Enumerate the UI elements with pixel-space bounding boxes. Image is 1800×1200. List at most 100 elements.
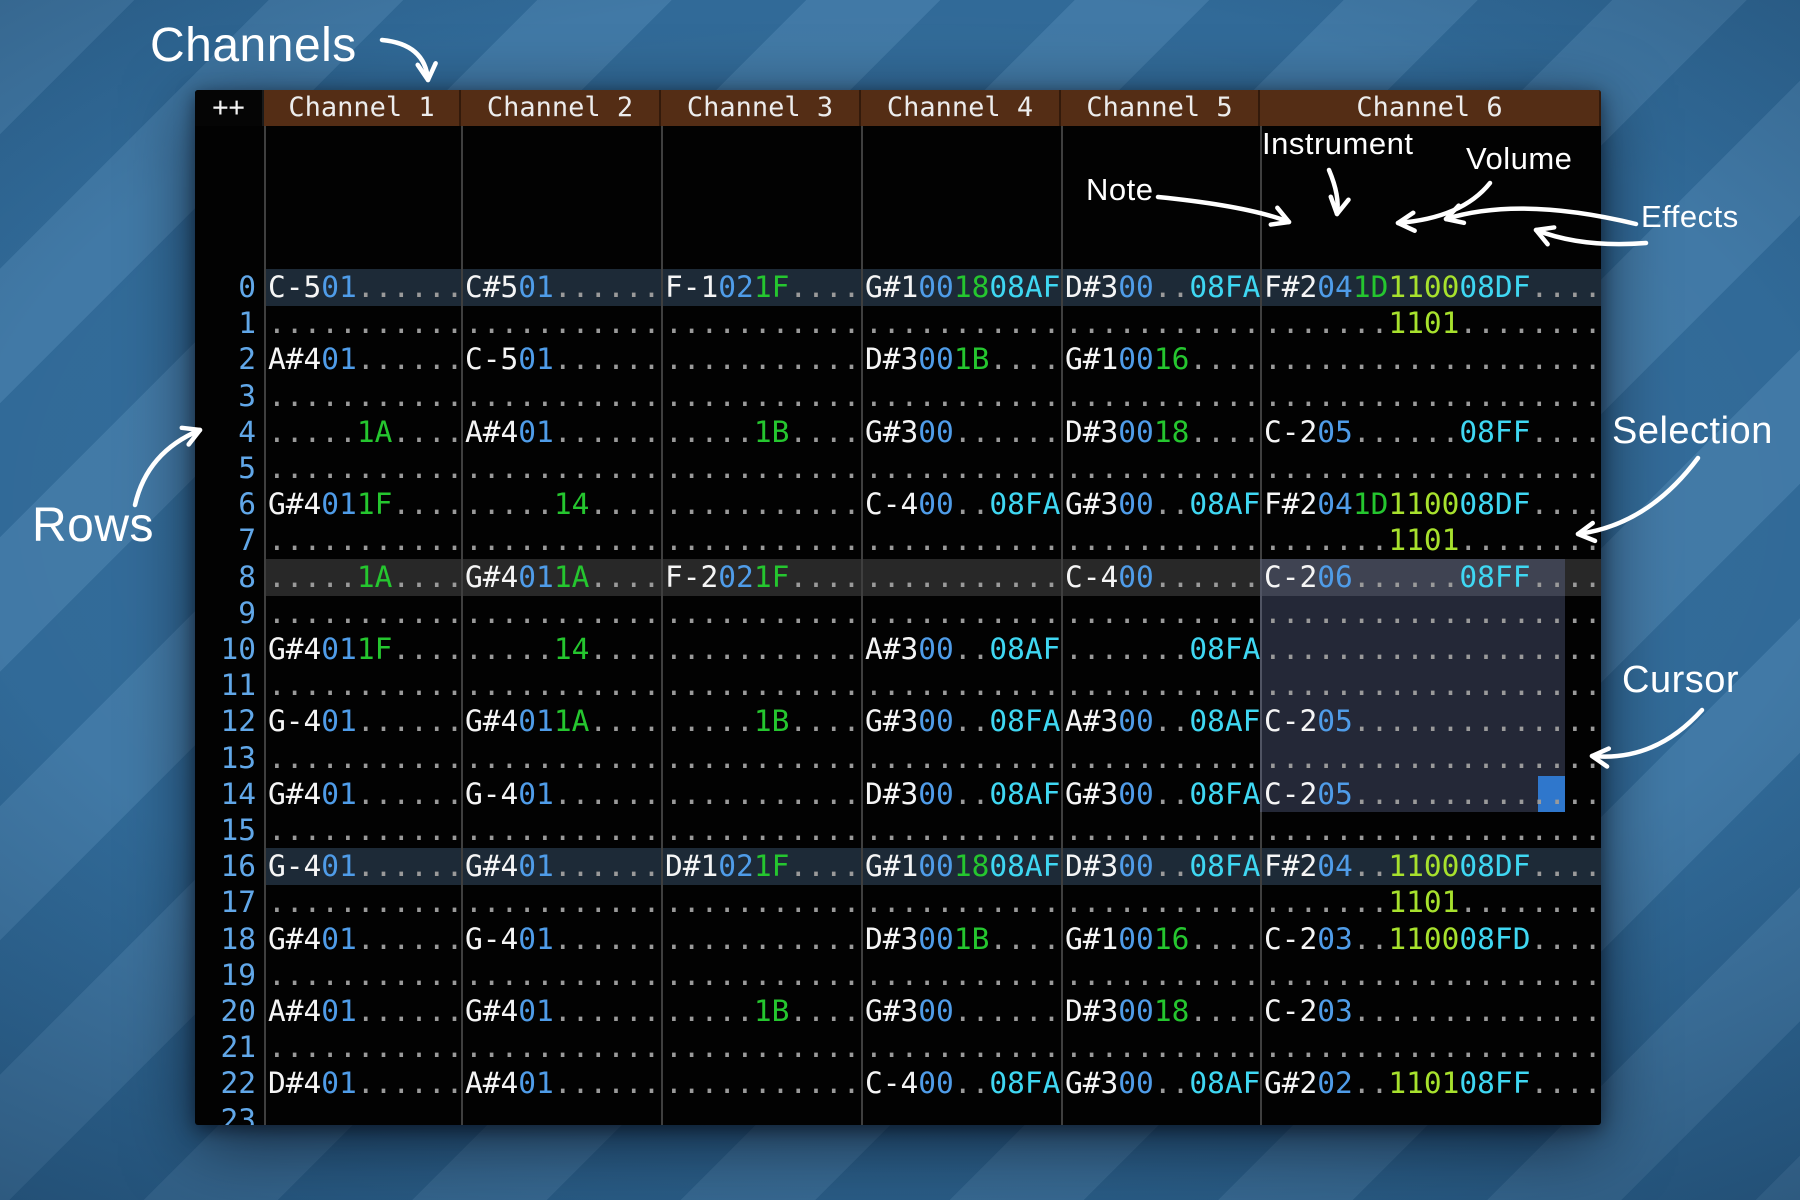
pattern-cell-ch2[interactable]: ........... <box>461 378 661 414</box>
pattern-cell-ch6[interactable]: C-206......08FF.... <box>1260 559 1601 595</box>
pattern-cell-ch5[interactable]: ........... <box>1061 450 1260 486</box>
pattern-cell-ch2[interactable]: G#401...... <box>461 848 661 884</box>
pattern-cell-ch1[interactable]: ........... <box>264 957 461 993</box>
pattern-cell-ch5[interactable]: ........... <box>1061 305 1260 341</box>
pattern-cell-ch4[interactable]: G#1001808AF <box>861 269 1061 305</box>
pattern-cell-ch1[interactable]: G-401...... <box>264 703 461 739</box>
pattern-cell-ch6[interactable]: C-203..110008FD.... <box>1260 921 1601 957</box>
pattern-cell-ch2[interactable]: ........... <box>461 740 661 776</box>
pattern-cell-ch3[interactable]: ........... <box>661 631 861 667</box>
pattern-cell-ch2[interactable]: G#4011A.... <box>461 703 661 739</box>
pattern-cell-ch4[interactable]: ........... <box>861 812 1061 848</box>
pattern-cell-ch3[interactable]: ........... <box>661 667 861 703</box>
pattern-editor[interactable]: 0C-501......C#501......F-1021F....G#1001… <box>195 126 1601 1125</box>
pattern-cell-ch4[interactable]: ........... <box>861 884 1061 920</box>
pattern-cell-ch2[interactable]: ........... <box>461 812 661 848</box>
pattern-cell-ch4[interactable]: D#300..08AF <box>861 776 1061 812</box>
pattern-cell-ch1[interactable]: ........... <box>264 305 461 341</box>
pattern-cell-ch1[interactable]: ........... <box>264 450 461 486</box>
pattern-cell-ch3[interactable]: ........... <box>661 1029 861 1065</box>
pattern-cell-ch5[interactable]: G#300..08FA <box>1061 776 1260 812</box>
pattern-cell-ch5[interactable]: D#30018.... <box>1061 414 1260 450</box>
pattern-cell-ch4[interactable]: ........... <box>861 522 1061 558</box>
pattern-cell-ch6[interactable]: F#2041D110008DF.... <box>1260 269 1601 305</box>
pattern-cell-ch5[interactable]: ........... <box>1061 522 1260 558</box>
pattern-cell-ch2[interactable]: G-401...... <box>461 776 661 812</box>
pattern-cell-ch4[interactable]: ........... <box>861 305 1061 341</box>
channel-header-3[interactable]: Channel 3 <box>661 90 861 126</box>
pattern-cell-ch5[interactable]: D#300..08FA <box>1061 848 1260 884</box>
pattern-cell-ch4[interactable]: C-400..08FA <box>861 486 1061 522</box>
pattern-cell-ch5[interactable]: G#300..08AF <box>1061 486 1260 522</box>
pattern-cell-ch2[interactable]: G-401...... <box>461 921 661 957</box>
pattern-cell-ch5[interactable]: G#10016.... <box>1061 341 1260 377</box>
pattern-cell-ch5[interactable]: ........... <box>1061 812 1260 848</box>
pattern-cell-ch2[interactable]: ........... <box>461 1029 661 1065</box>
pattern-cell-ch1[interactable]: .....1A.... <box>264 559 461 595</box>
pattern-cell-ch4[interactable]: ........... <box>861 378 1061 414</box>
pattern-cell-ch1[interactable]: C-501...... <box>264 269 461 305</box>
pattern-cell-ch2[interactable]: ........... <box>461 884 661 920</box>
pattern-cell-ch4[interactable]: ........... <box>861 957 1061 993</box>
pattern-cell-ch3[interactable]: ........... <box>661 957 861 993</box>
pattern-cell-ch5[interactable]: G#300..08AF <box>1061 1065 1260 1101</box>
channel-header-2[interactable]: Channel 2 <box>461 90 661 126</box>
pattern-cell-ch1[interactable]: ........... <box>264 378 461 414</box>
pattern-cell-ch6[interactable]: ................... <box>1260 740 1601 776</box>
pattern-cell-ch4[interactable]: G#1001808AF <box>861 848 1061 884</box>
pattern-cell-ch1[interactable]: ........... <box>264 595 461 631</box>
pattern-cell-ch3[interactable]: .....1B.... <box>661 414 861 450</box>
pattern-cell-ch4[interactable]: C-400..08FA <box>861 1065 1061 1101</box>
pattern-cell-ch1[interactable]: ........... <box>264 1102 461 1125</box>
pattern-cell-ch3[interactable]: ........... <box>661 486 861 522</box>
pattern-cell-ch6[interactable]: ................... <box>1260 957 1601 993</box>
pattern-cell-ch1[interactable]: A#401...... <box>264 993 461 1029</box>
pattern-cell-ch2[interactable]: ........... <box>461 1102 661 1125</box>
pattern-cell-ch2[interactable]: C#501...... <box>461 269 661 305</box>
pattern-cell-ch1[interactable]: G#401...... <box>264 921 461 957</box>
pattern-cell-ch6[interactable]: ................... <box>1260 1029 1601 1065</box>
channel-header-4[interactable]: Channel 4 <box>861 90 1061 126</box>
pattern-cell-ch4[interactable]: ........... <box>861 450 1061 486</box>
pattern-cell-ch6[interactable]: C-205.............. <box>1260 703 1601 739</box>
pattern-cell-ch5[interactable]: ........... <box>1061 884 1260 920</box>
pattern-cell-ch6[interactable]: .......1101........ <box>1260 884 1601 920</box>
pattern-cell-ch6[interactable]: F#2041D110008DF.... <box>1260 486 1601 522</box>
pattern-cell-ch6[interactable]: C-205......08FF.... <box>1260 414 1601 450</box>
pattern-cell-ch1[interactable]: ........... <box>264 740 461 776</box>
pattern-cell-ch2[interactable]: ........... <box>461 305 661 341</box>
pattern-cell-ch5[interactable]: G#10016.... <box>1061 921 1260 957</box>
pattern-cell-ch5[interactable]: ........... <box>1061 595 1260 631</box>
pattern-cell-ch5[interactable]: A#300..08AF <box>1061 703 1260 739</box>
pattern-cell-ch1[interactable]: ........... <box>264 1029 461 1065</box>
channel-header-5[interactable]: Channel 5 <box>1061 90 1260 126</box>
pattern-cell-ch6[interactable]: ................... <box>1260 450 1601 486</box>
expand-channels-button[interactable]: ++ <box>195 90 264 126</box>
pattern-cell-ch6[interactable]: ................... <box>1260 341 1601 377</box>
pattern-cell-ch5[interactable]: D#30018.... <box>1061 993 1260 1029</box>
pattern-cell-ch6[interactable]: C-205.............. <box>1260 776 1601 812</box>
pattern-cell-ch4[interactable]: G#300...... <box>861 414 1061 450</box>
pattern-cell-ch1[interactable]: A#401...... <box>264 341 461 377</box>
pattern-cell-ch3[interactable]: ........... <box>661 740 861 776</box>
pattern-cell-ch5[interactable]: ........... <box>1061 378 1260 414</box>
pattern-cell-ch2[interactable]: G#401...... <box>461 993 661 1029</box>
pattern-cell-ch5[interactable]: ........... <box>1061 1029 1260 1065</box>
pattern-cell-ch4[interactable]: ........... <box>861 667 1061 703</box>
pattern-cell-ch2[interactable]: .....14.... <box>461 631 661 667</box>
pattern-cell-ch4[interactable]: ........... <box>861 595 1061 631</box>
pattern-cell-ch6[interactable]: ................... <box>1260 631 1601 667</box>
pattern-cell-ch3[interactable]: ........... <box>661 884 861 920</box>
pattern-cell-ch5[interactable]: ........... <box>1061 1102 1260 1125</box>
pattern-cell-ch3[interactable]: ........... <box>661 341 861 377</box>
pattern-cell-ch2[interactable]: A#401...... <box>461 1065 661 1101</box>
pattern-cell-ch6[interactable]: G#202..110108FF.... <box>1260 1065 1601 1101</box>
pattern-cell-ch4[interactable]: G#300..08FA <box>861 703 1061 739</box>
pattern-cell-ch6[interactable]: ................... <box>1260 1102 1601 1125</box>
pattern-cell-ch2[interactable]: ........... <box>461 667 661 703</box>
pattern-cell-ch3[interactable]: ........... <box>661 812 861 848</box>
pattern-cell-ch1[interactable]: ........... <box>264 522 461 558</box>
pattern-cell-ch3[interactable]: D#1021F.... <box>661 848 861 884</box>
pattern-cell-ch3[interactable]: ........... <box>661 1065 861 1101</box>
pattern-cell-ch4[interactable]: ........... <box>861 1102 1061 1125</box>
